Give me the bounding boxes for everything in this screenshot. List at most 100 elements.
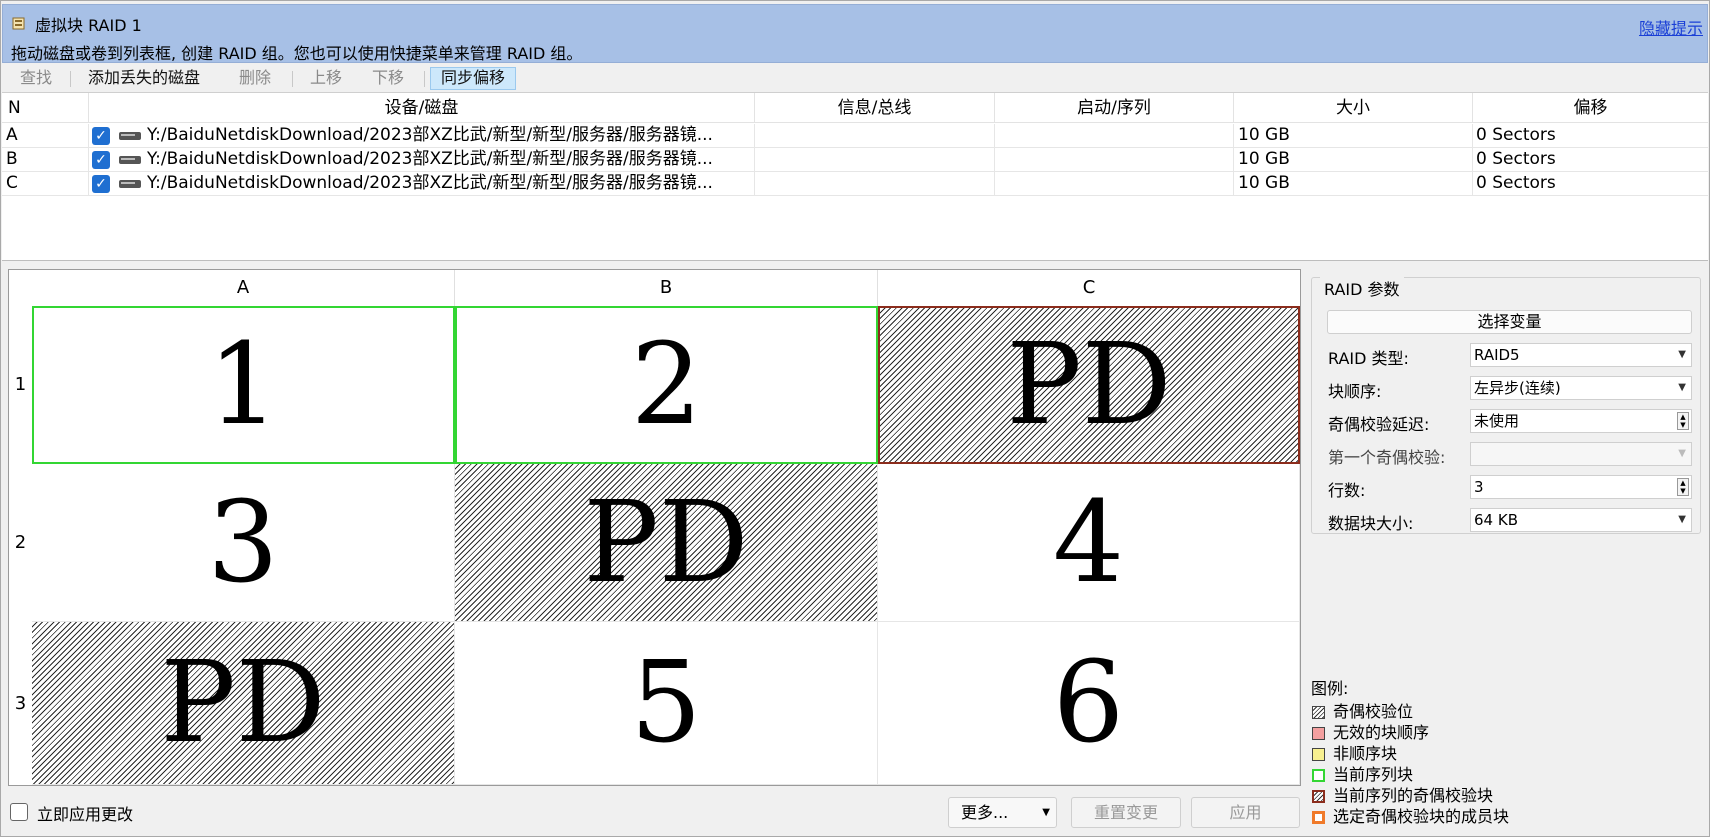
legend-label: 当前序列的奇偶校验块 — [1333, 786, 1494, 805]
move-down-button[interactable]: 下移 — [362, 67, 414, 90]
row-size: 10 GB — [1234, 124, 1473, 147]
row-offset: 0 Sectors — [1476, 173, 1556, 193]
first-parity-dropdown[interactable]: ▼ — [1470, 442, 1692, 466]
row-size: 10 GB — [1234, 172, 1473, 195]
disk-icon — [119, 132, 141, 140]
window-title: 虚拟块 RAID 1 — [35, 16, 142, 35]
legend-label: 奇偶校验位 — [1333, 702, 1414, 721]
column-header-boot[interactable]: 启动/序列 — [995, 93, 1234, 123]
current-sequence-swatch-icon — [1312, 769, 1325, 782]
more-label: 更多... — [961, 803, 1009, 822]
sync-offset-button[interactable]: 同步偏移 — [430, 67, 517, 90]
block-label: PD — [1006, 320, 1172, 450]
dropdown-arrow-icon: ▼ — [1042, 807, 1050, 818]
raid-block[interactable]: 6 — [878, 622, 1300, 785]
raid-parity-block[interactable]: PD — [32, 622, 455, 785]
raid-parity-block[interactable]: PD — [878, 306, 1300, 464]
apply-button[interactable]: 应用 — [1191, 797, 1300, 828]
raid-type-label: RAID 类型: — [1328, 349, 1409, 368]
row-offset: 0 Sectors — [1476, 149, 1556, 169]
row-info — [755, 124, 995, 147]
row-device: Y:/BaiduNetdiskDownload/2023部XZ比武/新型/新型/… — [147, 124, 755, 147]
column-header-info[interactable]: 信息/总线 — [755, 93, 995, 123]
checkbox-checked-icon[interactable]: ✓ — [92, 127, 110, 145]
delete-button[interactable]: 删除 — [229, 67, 281, 90]
invalid-order-swatch-icon — [1312, 727, 1325, 740]
more-button[interactable]: 更多... ▼ — [948, 797, 1057, 828]
table-row[interactable]: B ✓ Y:/BaiduNetdiskDownload/2023部XZ比武/新型… — [2, 148, 1708, 172]
dropdown-arrow-icon: ▼ — [1678, 382, 1686, 393]
block-order-value: 左异步(连续) — [1474, 379, 1561, 397]
row-offset: 0 Sectors — [1476, 125, 1556, 145]
grid-row-header: 1 — [14, 374, 27, 395]
raid-block[interactable]: 4 — [878, 464, 1300, 622]
first-parity-label: 第一个奇偶校验: — [1328, 448, 1446, 467]
column-header-device[interactable]: 设备/磁盘 — [89, 93, 755, 123]
checkbox-checked-icon[interactable]: ✓ — [92, 175, 110, 193]
disk-icon — [119, 180, 141, 188]
reset-changes-button[interactable]: 重置变更 — [1071, 797, 1181, 828]
row-count-value: 3 — [1474, 478, 1484, 496]
parity-delay-spinner[interactable]: 未使用 ▲ ▼ — [1470, 409, 1692, 433]
raid-block[interactable]: 1 — [32, 306, 455, 464]
toolbar-separator — [70, 71, 71, 87]
parity-hatch-swatch-icon — [1312, 706, 1325, 719]
block-order-dropdown[interactable]: 左异步(连续) ▼ — [1470, 376, 1692, 400]
grid-column-header: A — [32, 270, 455, 306]
column-header-n[interactable]: N — [2, 93, 89, 123]
row-n: C — [6, 172, 89, 195]
grid-column-header: B — [455, 270, 878, 306]
row-count-label: 行数: — [1328, 481, 1366, 500]
non-sequential-swatch-icon — [1312, 748, 1325, 761]
block-label: PD — [160, 638, 326, 768]
spinner-arrows-icon[interactable]: ▲ ▼ — [1677, 478, 1689, 496]
chevron-down-icon: ▼ — [1678, 514, 1686, 525]
row-info — [755, 172, 995, 195]
table-row[interactable]: A ✓ Y:/BaiduNetdiskDownload/2023部XZ比武/新型… — [2, 124, 1708, 148]
find-button[interactable]: 查找 — [10, 67, 62, 90]
raid-params-panel: RAID 参数 选择变量 RAID 类型: RAID5 ▼ 块顺序: 左异步(连… — [1311, 269, 1701, 534]
row-n: B — [6, 148, 89, 171]
hint-text: 拖动磁盘或卷到列表框, 创建 RAID 组。您也可以使用快捷菜单来管理 RAID… — [11, 44, 583, 63]
row-device: Y:/BaiduNetdiskDownload/2023部XZ比武/新型/新型/… — [147, 172, 755, 195]
move-up-button[interactable]: 上移 — [300, 67, 352, 90]
row-boot — [995, 172, 1234, 195]
raid-block[interactable]: 3 — [32, 464, 455, 622]
raid-icon — [12, 17, 25, 30]
raid-parity-block[interactable]: PD — [455, 464, 878, 622]
raid-block[interactable]: 2 — [455, 306, 878, 464]
block-label: 6 — [1052, 638, 1125, 768]
apply-now-checkbox[interactable] — [10, 803, 28, 821]
column-header-offset[interactable]: 偏移 — [1473, 93, 1708, 123]
apply-now-label: 立即应用更改 — [37, 805, 134, 824]
disk-icon — [119, 156, 141, 164]
dropdown-arrow-icon: ▼ — [1678, 448, 1686, 459]
raid-params-group: RAID 参数 选择变量 RAID 类型: RAID5 ▼ 块顺序: 左异步(连… — [1311, 276, 1701, 534]
column-header-size[interactable]: 大小 — [1234, 93, 1473, 123]
spinner-arrows-icon[interactable]: ▲ ▼ — [1677, 412, 1689, 430]
select-variable-button[interactable]: 选择变量 — [1327, 310, 1692, 334]
block-label: 2 — [630, 320, 703, 450]
legend-label: 选定奇偶校验块的成员块 — [1333, 807, 1510, 826]
grid-column-header: C — [1082, 277, 1096, 298]
hide-hint-link[interactable]: 隐藏提示 — [1639, 15, 1703, 39]
raid-block-grid: A B C 1 2 3 1 2 PD 3 PD 4 PD 5 6 — [8, 269, 1301, 786]
raid-params-title: RAID 参数 — [1320, 276, 1404, 300]
block-size-dropdown[interactable]: 64 KB ▼ — [1470, 508, 1692, 532]
raid-type-dropdown[interactable]: RAID5 ▼ — [1470, 343, 1692, 367]
row-device: Y:/BaiduNetdiskDownload/2023部XZ比武/新型/新型/… — [147, 148, 755, 171]
block-label: 1 — [207, 320, 280, 450]
row-boot — [995, 124, 1234, 147]
toolbar: 查找 添加丢失的磁盘 删除 上移 下移 同步偏移 — [2, 64, 1708, 93]
row-boot — [995, 148, 1234, 171]
row-count-spinner[interactable]: 3 ▲ ▼ — [1470, 475, 1692, 499]
block-label: 5 — [630, 638, 702, 768]
add-lost-disk-button[interactable]: 添加丢失的磁盘 — [78, 67, 210, 90]
raid-block[interactable]: 5 — [455, 622, 878, 785]
toolbar-separator — [292, 71, 293, 87]
table-row[interactable]: C ✓ Y:/BaiduNetdiskDownload/2023部XZ比武/新型… — [2, 172, 1708, 196]
block-label: PD — [583, 477, 749, 608]
grid-row-header: 3 — [14, 693, 27, 714]
checkbox-checked-icon[interactable]: ✓ — [92, 151, 110, 169]
dropdown-arrow-icon: ▼ — [1678, 349, 1686, 360]
